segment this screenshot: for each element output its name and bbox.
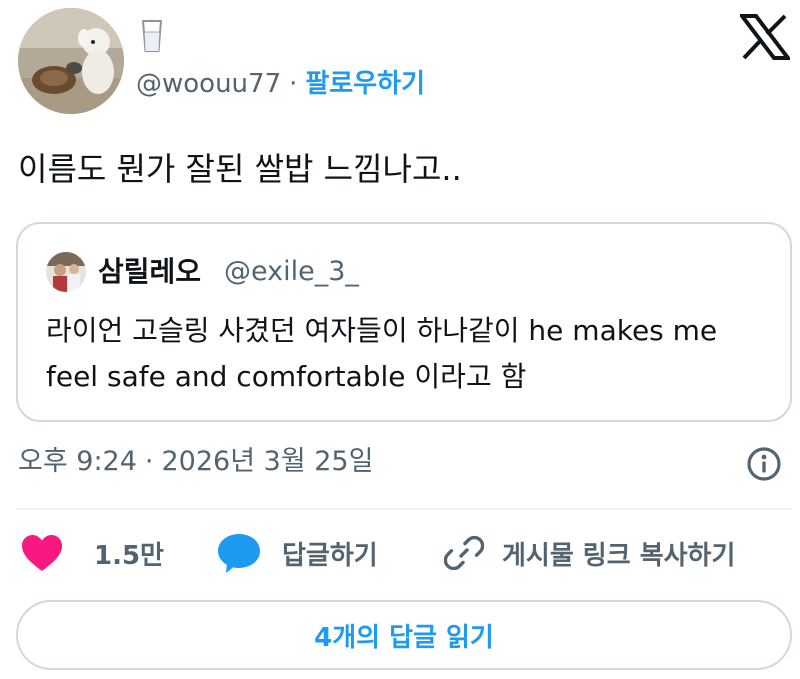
timestamp[interactable]: 오후 9:24 · 2026년 3월 25일: [18, 442, 373, 482]
handle-separator: ·: [289, 69, 298, 99]
quoted-author-name[interactable]: 삼릴레오: [98, 252, 201, 292]
timestamp-time: 오후 9:24: [18, 446, 137, 477]
author-handle-row: @woouu77 · 팔로우하기: [136, 64, 425, 104]
reply-label: 답글하기: [282, 540, 378, 571]
author-handle[interactable]: @woouu77: [136, 64, 281, 104]
info-icon[interactable]: [744, 444, 784, 484]
read-replies-label: 4개의 답글 읽기: [314, 622, 494, 653]
action-bar: 1.5만 답글하기 게시물 링크 복사하기: [18, 530, 788, 576]
copy-link-button[interactable]: 게시물 링크 복사하기: [444, 530, 735, 576]
timestamp-separator: ·: [144, 446, 154, 477]
glass-of-milk-icon: [142, 20, 162, 52]
x-logo-icon[interactable]: [740, 14, 790, 60]
quoted-tweet-card[interactable]: 삼릴레오 @exile_3_ 라이언 고슬링 사겼던 여자들이 하나같이 he …: [16, 222, 792, 422]
link-icon: [444, 535, 484, 571]
tweet-text: 이름도 뭔가 잘된 쌀밥 느낌나고..: [18, 150, 462, 188]
user-photo-avatar: [46, 252, 86, 292]
quoted-author-handle[interactable]: @exile_3_: [224, 252, 359, 292]
heart-icon: [22, 535, 62, 571]
author-name-row: [140, 16, 164, 56]
quoted-author-avatar[interactable]: [46, 252, 86, 292]
puppy-photo-avatar: [18, 8, 124, 114]
read-replies-button[interactable]: 4개의 답글 읽기: [16, 600, 792, 670]
quoted-tweet-text: 라이언 고슬링 사겼던 여자들이 하나같이 he makes me feel s…: [46, 314, 718, 393]
timestamp-date: 2026년 3월 25일: [161, 446, 374, 477]
copy-link-label: 게시물 링크 복사하기: [502, 540, 736, 571]
divider: [16, 508, 792, 510]
like-button[interactable]: 1.5만: [20, 530, 164, 576]
like-count: 1.5만: [94, 540, 164, 571]
follow-button[interactable]: 팔로우하기: [305, 64, 425, 104]
reply-button[interactable]: 답글하기: [216, 530, 378, 576]
speech-bubble-icon: [218, 534, 260, 573]
author-avatar[interactable]: [18, 8, 124, 114]
